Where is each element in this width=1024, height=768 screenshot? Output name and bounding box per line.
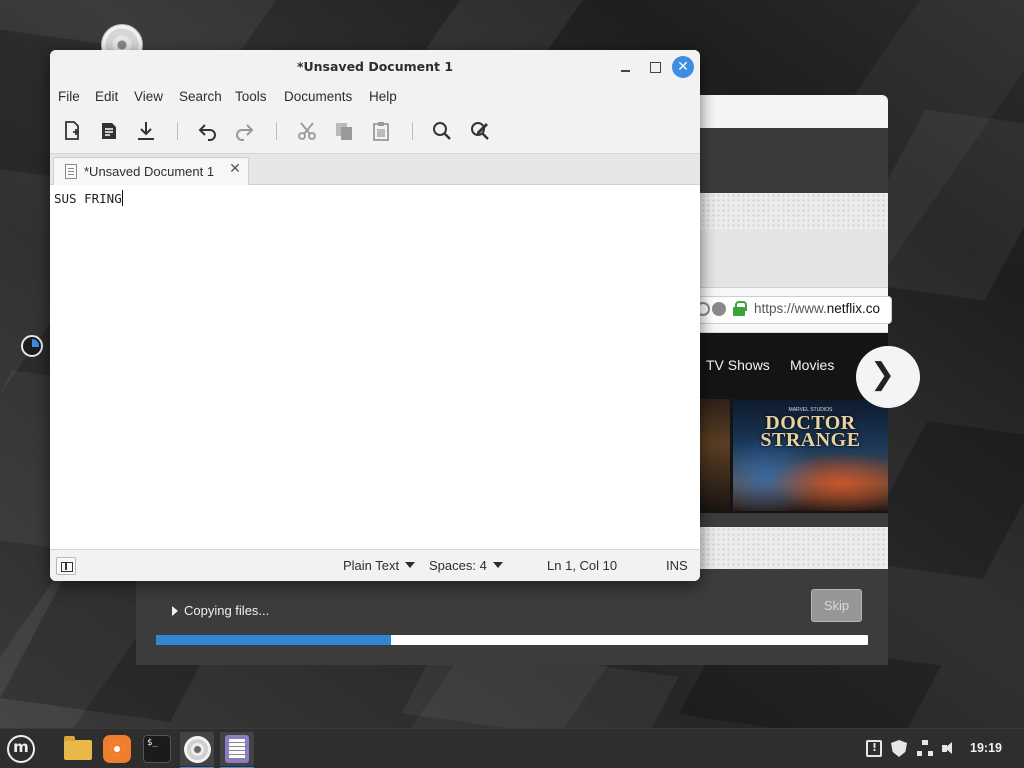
menu-search[interactable]: Search [179,89,222,104]
insert-mode: INS [666,558,688,573]
shield-icon[interactable] [891,740,907,757]
toolbar-separator [412,122,413,140]
copy-icon[interactable] [332,119,356,143]
language-selector[interactable]: Plain Text [343,558,416,573]
poster-title: DOCTOR STRANGE [760,412,861,451]
maximize-icon[interactable] [644,56,666,78]
save-icon[interactable] [134,119,158,143]
new-document-icon[interactable] [60,119,84,143]
toolbar [50,108,700,154]
progress-details-toggle[interactable]: Copying files... [172,603,269,618]
undo-icon[interactable] [196,119,220,143]
install-progress-bar [156,635,868,645]
taskbar-files[interactable] [60,732,94,766]
replace-icon[interactable] [468,119,492,143]
window-title: *Unsaved Document 1 [296,59,454,74]
menu-file[interactable]: File [58,89,80,104]
document-tab[interactable]: *Unsaved Document 1 ✕ [53,157,249,185]
nav-movies: Movies [790,357,835,373]
loading-spinner-icon [21,335,43,357]
install-progress-fill [156,635,391,645]
files-icon [64,736,92,760]
tab-close-icon[interactable]: ✕ [226,161,244,177]
toolbar-separator [177,122,178,140]
nav-tv-shows: TV Shows [706,357,770,373]
text-editor-window: *Unsaved Document 1 ✕ File Edit View Sea… [50,50,700,581]
clipboard-icon[interactable] [866,740,882,757]
network-icon[interactable] [917,740,933,757]
menu-documents[interactable]: Documents [284,89,352,104]
slideshow-next-button[interactable]: ❯ [856,346,920,408]
text-cursor [121,190,123,206]
clock[interactable]: 19:19 [970,741,1002,755]
poster-thumbnail [700,399,730,511]
url-text: https://www.netflix.co [754,301,881,316]
disc-icon [184,736,211,763]
cursor-position: Ln 1, Col 10 [547,558,618,573]
text-editor-icon [225,735,249,763]
side-panel-toggle-icon[interactable] [56,557,76,575]
cut-icon[interactable] [295,119,319,143]
volume-icon[interactable] [942,740,958,757]
menu-help[interactable]: Help [369,89,397,104]
taskbar-installer[interactable] [180,732,214,768]
open-document-icon[interactable] [97,119,121,143]
caret-down-icon [405,562,416,568]
close-icon[interactable]: ✕ [672,56,694,78]
text-editing-area[interactable]: SUS FRING [50,185,700,549]
document-text: SUS FRING [54,190,123,206]
search-icon[interactable] [430,119,454,143]
terminal-icon: $_ [143,735,171,763]
menu-view[interactable]: View [134,89,163,104]
menu-tools[interactable]: Tools [235,89,267,104]
expand-triangle-icon [172,606,178,616]
mint-menu-button[interactable] [3,732,37,766]
taskbar-terminal[interactable]: $_ [140,732,174,766]
editor-titlebar[interactable]: *Unsaved Document 1 ✕ [50,50,700,84]
progress-label: Copying files... [184,603,270,618]
lock-icon [733,301,747,317]
poster-doctor-strange: MARVEL STUDIOS DOCTOR STRANGE [733,399,888,511]
caret-down-icon [492,562,503,568]
minimize-icon[interactable] [615,56,637,78]
document-icon [65,164,77,179]
paste-icon[interactable] [369,119,393,143]
menu-edit[interactable]: Edit [95,89,118,104]
status-bar: Plain Text Spaces: 4 Ln 1, Col 10 INS [50,549,700,581]
taskbar-firefox[interactable] [100,732,134,766]
taskbar: $_ 19:19 [0,728,1024,768]
toolbar-separator [276,122,277,140]
document-tabbar: *Unsaved Document 1 ✕ [50,154,700,185]
taskbar-text-editor[interactable] [220,732,254,768]
indent-selector[interactable]: Spaces: 4 [429,558,503,573]
redo-icon[interactable] [232,119,256,143]
tab-label: *Unsaved Document 1 [84,164,215,179]
skip-button[interactable]: Skip [811,589,862,622]
firefox-icon [103,735,131,763]
menu-bar: File Edit View Search Tools Documents He… [50,84,700,108]
link-icon [712,302,726,316]
mint-menu-icon [7,735,35,763]
